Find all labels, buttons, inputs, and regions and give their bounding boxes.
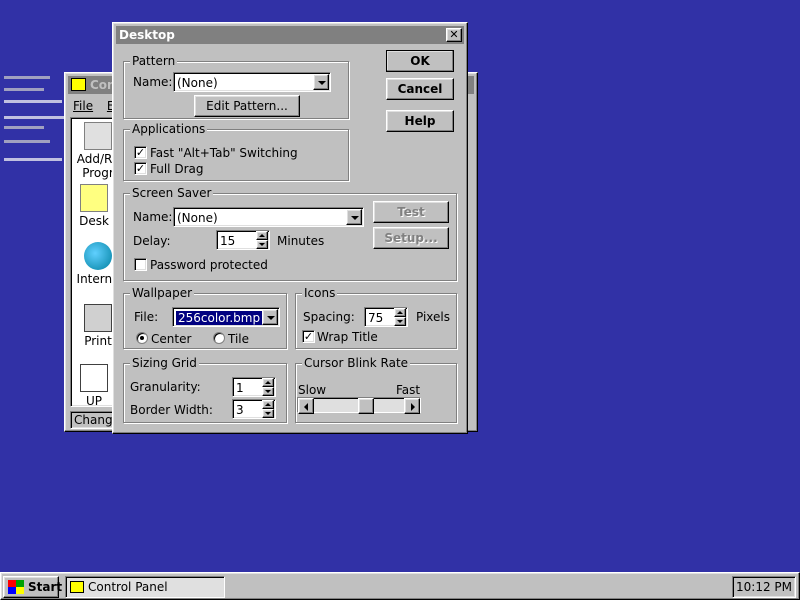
spin-down-icon[interactable] [394,317,406,326]
taskbar-button-control-panel[interactable]: Control Panel [65,576,225,598]
applications-group-label: Applications [130,122,208,136]
cursor-blink-group: Cursor Blink Rate Slow Fast [295,356,457,423]
cursor-blink-slider[interactable] [297,397,421,414]
icon-spacing-unit-label: Pixels [416,310,451,324]
windows-logo-icon [8,580,24,594]
wallpaper-file-value: 256color.bmp [176,311,263,325]
granularity-spinner[interactable]: 1 [232,377,276,397]
wrap-title-label: Wrap Title [317,330,378,344]
wallpaper-file-combobox[interactable]: 256color.bmp [172,307,280,327]
pattern-name-label: Name: [133,75,173,89]
screen-saver-group-label: Screen Saver [130,186,214,200]
password-protected-checkbox[interactable] [134,258,147,271]
border-width-value: 3 [236,403,244,417]
menu-file[interactable]: File [73,99,93,113]
fast-label: Fast [396,383,421,397]
center-label: Center [151,332,192,346]
dialog-title: Desktop [119,28,175,42]
help-button[interactable]: Help [386,110,454,132]
taskbar: Start Control Panel 10:12 PM [0,572,800,600]
delay-label: Delay: [133,234,171,248]
applications-group: Applications ✓ Fast "Alt+Tab" Switching … [123,122,349,181]
printer-icon [84,304,112,332]
full-drag-checkbox[interactable]: ✓ [134,162,147,175]
desktop-icon-garble [4,126,44,129]
close-icon: ✕ [449,28,459,41]
start-label: Start [28,580,63,594]
granularity-label: Granularity: [130,380,201,394]
delay-unit-label: Minutes [277,234,325,248]
chevron-down-icon[interactable] [346,209,362,225]
screen-saver-group: Screen Saver Name: (None) Test Setup... … [123,186,457,281]
screen-saver-name-value: (None) [177,211,218,225]
slider-thumb[interactable] [358,398,374,414]
desktop-icon [80,184,108,212]
add-remove-programs-icon [84,122,112,150]
spin-up-icon[interactable] [394,308,406,317]
fast-alt-tab-checkbox[interactable]: ✓ [134,146,147,159]
fast-alt-tab-label: Fast "Alt+Tab" Switching [150,146,298,160]
icons-group: Icons Spacing: 75 Pixels ✓ Wrap Title [295,286,457,349]
cursor-blink-group-label: Cursor Blink Rate [302,356,411,370]
spin-up-icon[interactable] [256,231,268,240]
tile-radio[interactable] [213,332,225,344]
delay-spinner[interactable]: 15 [216,230,270,250]
desktop-icon-garble [4,100,62,103]
desktop-icon-garble [4,116,64,119]
wrap-title-checkbox[interactable]: ✓ [302,330,315,343]
screen-saver-name-label: Name: [133,210,173,224]
arrow-left-icon[interactable] [298,398,314,414]
desktop-icon-garble [4,158,62,161]
sizing-grid-group-label: Sizing Grid [130,356,199,370]
spin-down-icon[interactable] [256,240,268,249]
icon-spacing-spinner[interactable]: 75 [364,307,408,327]
dialog-titlebar[interactable]: Desktop ✕ [116,26,464,44]
spin-up-icon[interactable] [262,400,274,409]
icon-spacing-value: 75 [368,311,384,325]
wallpaper-group: Wallpaper File: 256color.bmp Center Tile [123,286,287,349]
screen-saver-name-combobox[interactable]: (None) [173,207,364,227]
center-radio[interactable] [136,332,148,344]
border-width-spinner[interactable]: 3 [232,399,276,419]
internet-icon [84,242,112,270]
chevron-down-icon[interactable] [313,74,329,90]
chevron-down-icon[interactable] [262,309,278,325]
desktop-icon-garble [4,140,50,143]
wallpaper-file-label: File: [134,310,159,324]
desktop-icon-garble [4,88,44,91]
system-tray-clock: 10:12 PM [732,576,796,598]
close-button[interactable]: ✕ [446,28,462,42]
test-button[interactable]: Test [373,201,449,223]
spin-down-icon[interactable] [262,387,274,396]
icons-group-label: Icons [302,286,338,300]
spin-down-icon[interactable] [262,409,274,418]
pattern-group-label: Pattern [130,54,178,68]
cancel-button[interactable]: Cancel [386,78,454,100]
edit-pattern-button[interactable]: Edit Pattern... [194,95,300,117]
desktop-icon-garble [4,76,50,79]
pattern-name-value: (None) [177,76,218,90]
icon-spacing-label: Spacing: [303,310,355,324]
granularity-value: 1 [236,381,244,395]
pattern-group: Pattern Name: (None) Edit Pattern... [123,54,349,119]
setup-button[interactable]: Setup... [373,227,449,249]
slow-label: Slow [298,383,327,397]
sizing-grid-group: Sizing Grid Granularity: 1 Border Width:… [123,356,287,423]
full-drag-label: Full Drag [150,162,204,176]
spin-up-icon[interactable] [262,378,274,387]
wallpaper-group-label: Wallpaper [130,286,195,300]
arrow-right-icon[interactable] [404,398,420,414]
pattern-name-combobox[interactable]: (None) [173,72,331,92]
password-protected-label: Password protected [150,258,268,272]
taskbar-button-label: Control Panel [88,580,168,594]
border-width-label: Border Width: [130,403,213,417]
ups-icon [80,364,108,392]
folder-icon [70,581,84,593]
delay-value: 15 [220,234,236,248]
desktop-dialog[interactable]: Desktop ✕ OK Cancel Help Pattern Name: (… [112,22,468,434]
ok-button[interactable]: OK [386,50,454,72]
tile-label: Tile [228,332,250,346]
start-button[interactable]: Start [3,576,63,598]
folder-icon [71,78,86,91]
